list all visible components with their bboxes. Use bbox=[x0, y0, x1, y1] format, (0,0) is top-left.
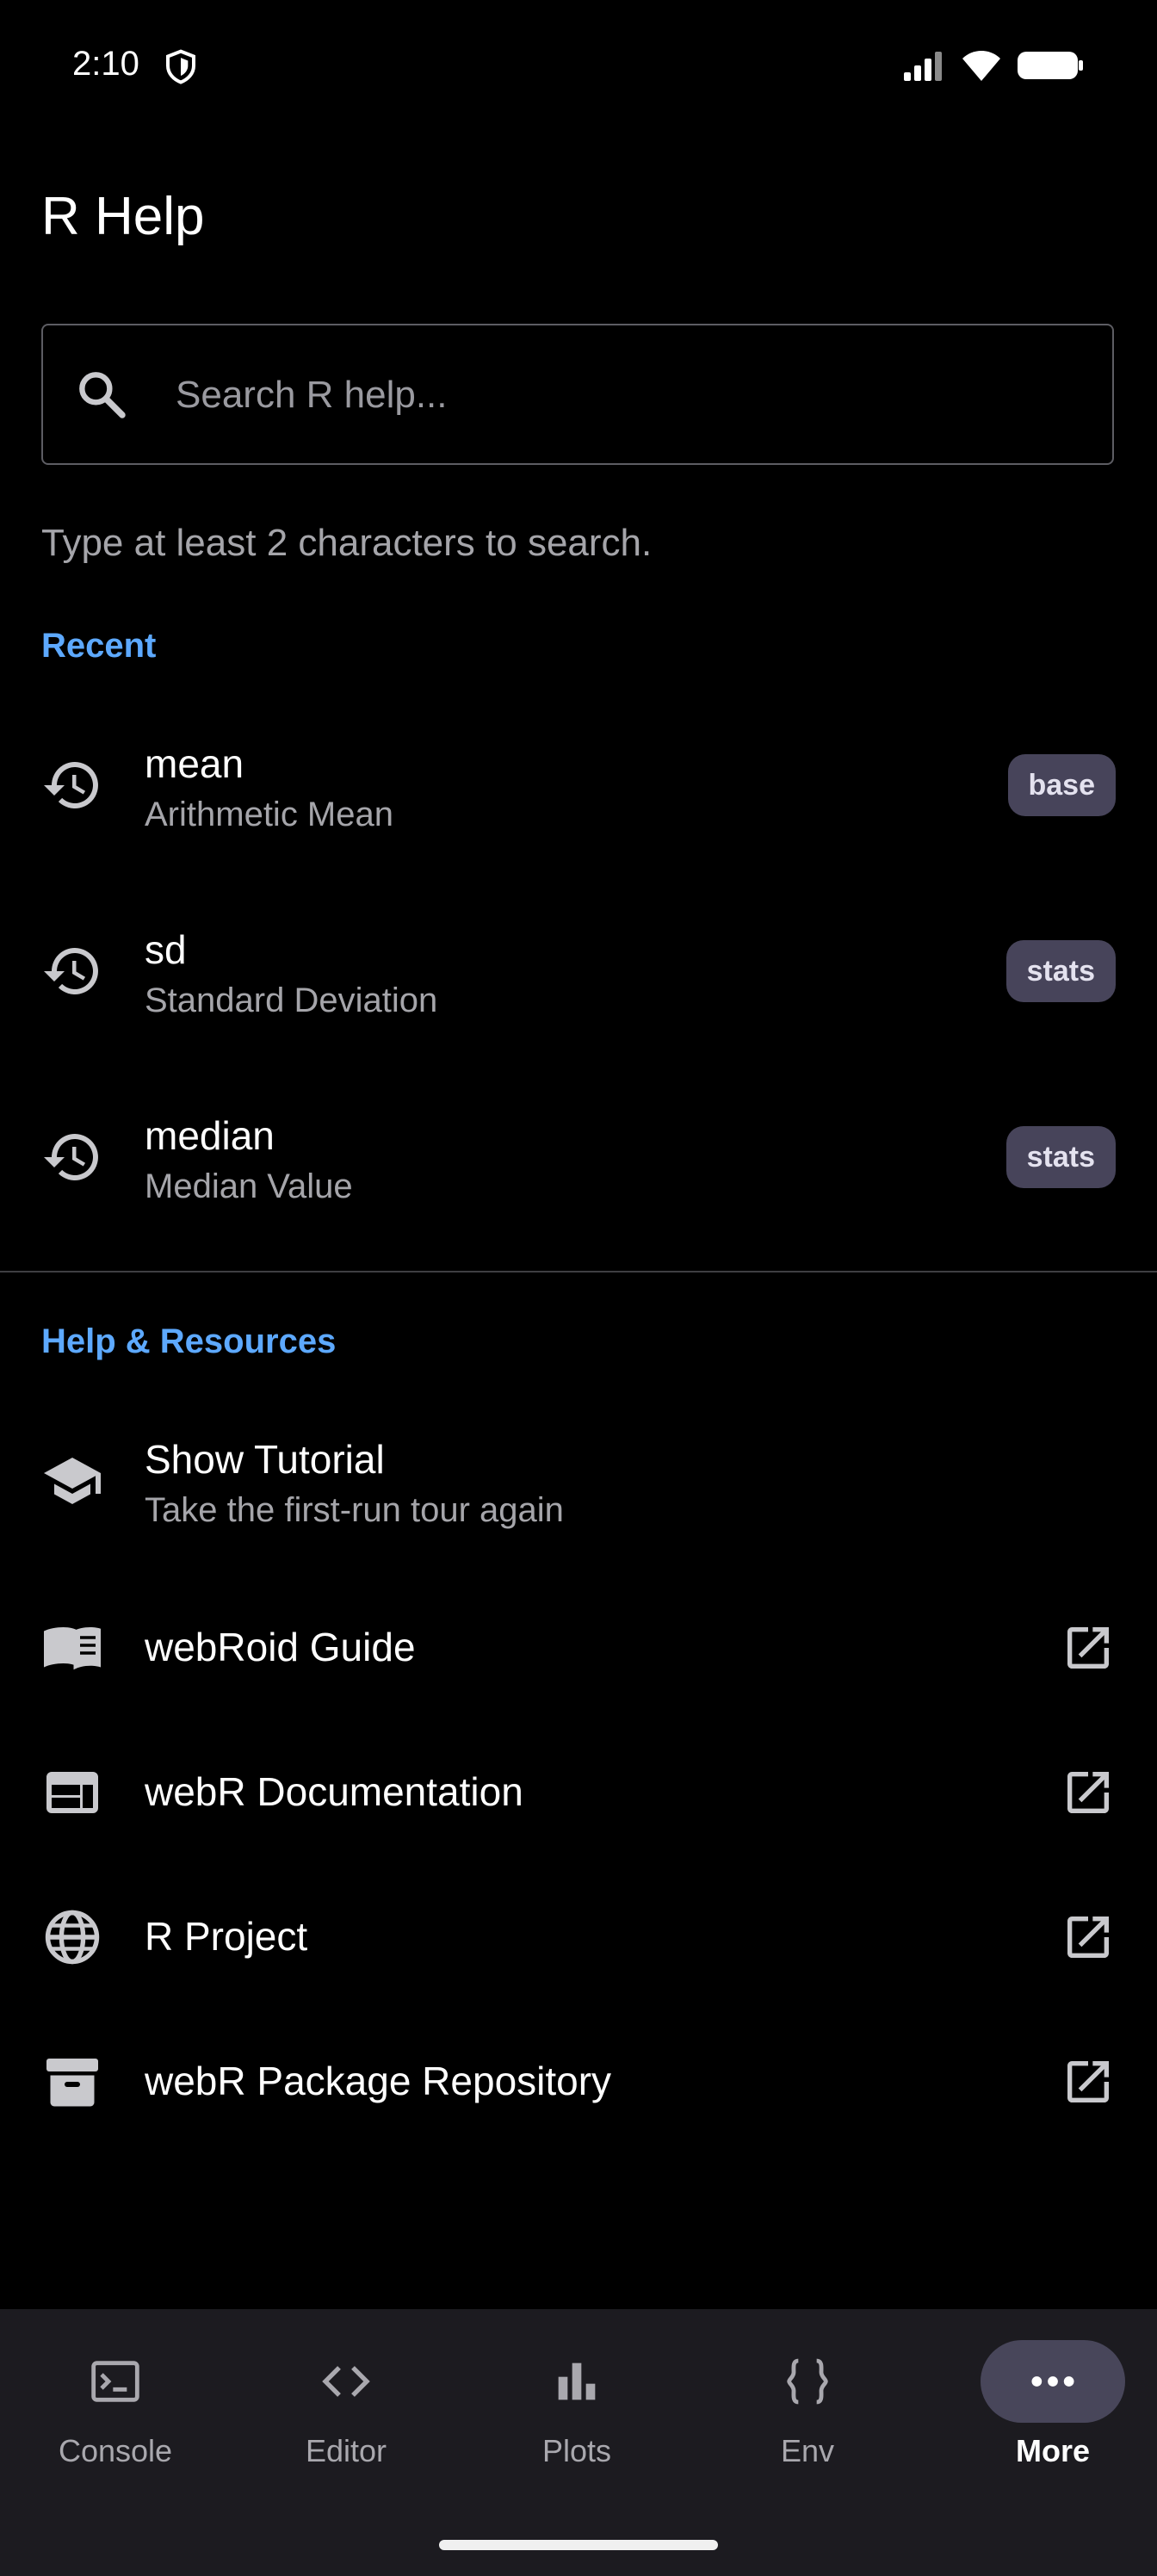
search-icon bbox=[79, 372, 126, 418]
tutorial-desc: Take the first-run tour again bbox=[145, 1491, 564, 1529]
status-time: 2:10 bbox=[72, 45, 139, 83]
recent-item-mean[interactable]: mean Arithmetic Mean base bbox=[0, 723, 1157, 847]
open-external-icon bbox=[1067, 2061, 1109, 2102]
history-icon bbox=[44, 762, 98, 808]
nav-more[interactable]: More bbox=[923, 2333, 1154, 2488]
link-label: webRoid Guide bbox=[145, 1625, 416, 1669]
archive-icon bbox=[46, 2059, 98, 2107]
link-webr-documentation[interactable]: webR Documentation bbox=[0, 1755, 1157, 1830]
battery-icon bbox=[1018, 52, 1083, 79]
nav-label: Env bbox=[780, 2433, 835, 2468]
open-external-icon bbox=[1067, 1772, 1109, 1813]
globe-icon bbox=[45, 1910, 100, 1965]
search-input[interactable] bbox=[174, 367, 1090, 424]
nav-label: Console bbox=[58, 2433, 173, 2468]
nav-plots[interactable]: Plots bbox=[461, 2333, 692, 2488]
wifi-icon bbox=[962, 51, 1000, 81]
recent-item-desc: Median Value bbox=[145, 1167, 353, 1205]
show-tutorial-item[interactable]: Show Tutorial Take the first-run tour ag… bbox=[0, 1419, 1157, 1543]
link-label: webR Package Repository bbox=[145, 2059, 612, 2103]
terminal-icon bbox=[91, 2361, 139, 2402]
nav-console[interactable]: Console bbox=[0, 2333, 231, 2488]
package-badge: base bbox=[1007, 754, 1116, 816]
code-icon bbox=[322, 2366, 370, 2397]
nav-label: More bbox=[1015, 2433, 1090, 2468]
resources-heading: Help & Resources bbox=[41, 1322, 337, 1360]
recent-heading: Recent bbox=[41, 627, 157, 665]
recent-item-sd[interactable]: sd Standard Deviation stats bbox=[0, 909, 1157, 1033]
braces-icon bbox=[787, 2358, 828, 2405]
home-indicator[interactable] bbox=[439, 2540, 718, 2550]
nav-env[interactable]: Env bbox=[692, 2333, 923, 2488]
recent-item-median[interactable]: median Median Value stats bbox=[0, 1095, 1157, 1219]
package-badge: stats bbox=[1005, 1126, 1116, 1188]
recent-item-name: sd bbox=[145, 927, 187, 972]
status-icons bbox=[902, 48, 1085, 83]
recent-item-desc: Arithmetic Mean bbox=[145, 796, 393, 833]
bar-chart-icon bbox=[558, 2362, 596, 2400]
history-icon bbox=[44, 948, 98, 994]
open-external-icon bbox=[1067, 1917, 1109, 1958]
link-r-project[interactable]: R Project bbox=[0, 1899, 1157, 1975]
history-icon bbox=[44, 1134, 98, 1180]
package-badge: stats bbox=[1005, 940, 1116, 1002]
open-external-icon bbox=[1067, 1627, 1109, 1669]
link-webroid-guide[interactable]: webRoid Guide bbox=[0, 1610, 1157, 1686]
nav-label: Editor bbox=[305, 2433, 387, 2468]
web-page-icon bbox=[46, 1772, 98, 1813]
tutorial-title: Show Tutorial bbox=[145, 1437, 385, 1482]
section-divider bbox=[0, 1271, 1157, 1273]
recent-item-desc: Standard Deviation bbox=[145, 981, 438, 1019]
school-icon bbox=[44, 1458, 101, 1504]
nav-editor[interactable]: Editor bbox=[231, 2333, 461, 2488]
signal-icon bbox=[904, 52, 942, 81]
recent-item-name: mean bbox=[145, 741, 244, 786]
search-hint: Type at least 2 characters to search. bbox=[41, 522, 653, 564]
more-dots-icon bbox=[1031, 2376, 1074, 2387]
link-webr-package-repository[interactable]: webR Package Repository bbox=[0, 2044, 1157, 2120]
link-label: R Project bbox=[145, 1914, 308, 1959]
shield-icon bbox=[166, 49, 195, 84]
book-icon bbox=[44, 1627, 101, 1670]
link-label: webR Documentation bbox=[145, 1769, 523, 1814]
page-title: R Help bbox=[41, 187, 205, 246]
recent-item-name: median bbox=[145, 1113, 275, 1158]
nav-label: Plots bbox=[541, 2433, 612, 2468]
